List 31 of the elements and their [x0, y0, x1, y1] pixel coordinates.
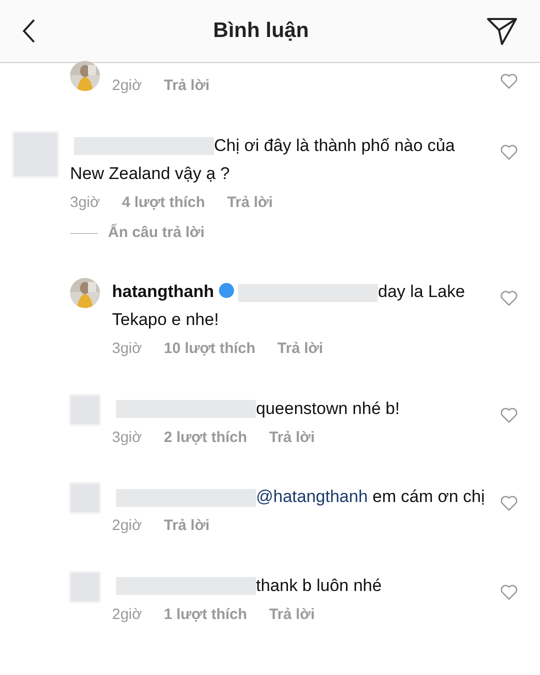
likes-count[interactable]: 10 lượt thích	[164, 338, 256, 360]
comment-time: 3giờ	[112, 339, 142, 359]
reply-link[interactable]: Trả lời	[164, 75, 210, 98]
comment-time: 3giờ	[112, 428, 142, 448]
hide-replies-link[interactable]: Ẩn câu trả lời	[108, 222, 205, 244]
comment-text: hatangthanh day la Lake Tekapo e nhe!	[112, 281, 466, 331]
comment-time: 2giờ	[112, 76, 142, 96]
heart-icon[interactable]	[500, 290, 518, 306]
page-title: Bình luận	[213, 18, 309, 44]
comment-text: @hatangthanh em cám ơn chị	[112, 483, 500, 511]
reply-link[interactable]: Trả lời	[227, 192, 273, 214]
heart-icon[interactable]	[500, 584, 518, 600]
heart-icon[interactable]	[500, 495, 518, 511]
heart-icon[interactable]	[500, 144, 518, 160]
reply-link[interactable]: Trả lời	[277, 338, 324, 360]
comment-time: 2giờ	[112, 516, 142, 536]
likes-count[interactable]: 2 lượt thích	[164, 426, 248, 449]
comment-time: 3giờ	[70, 192, 100, 212]
likes-count[interactable]: 1 lượt thích	[164, 604, 248, 626]
comment-text: Chị ơi đây là thành phố nào của New Zealand vậy ạ ?	[70, 134, 456, 184]
comment-text: queenstown nhé b!	[112, 394, 500, 422]
reply-link[interactable]: Trả lời	[164, 515, 210, 538]
reply-link[interactable]: Trả lời	[269, 604, 315, 626]
comment-time: 2giờ	[112, 604, 142, 624]
comment-text: thank b luôn nhé	[112, 572, 500, 600]
send-icon[interactable]	[486, 16, 518, 46]
reply-link[interactable]: Trả lời	[269, 426, 315, 449]
likes-count[interactable]: 4 lượt thích	[122, 192, 206, 214]
heart-icon[interactable]	[500, 73, 518, 89]
back-icon[interactable]	[22, 18, 36, 44]
heart-icon[interactable]	[500, 406, 518, 422]
